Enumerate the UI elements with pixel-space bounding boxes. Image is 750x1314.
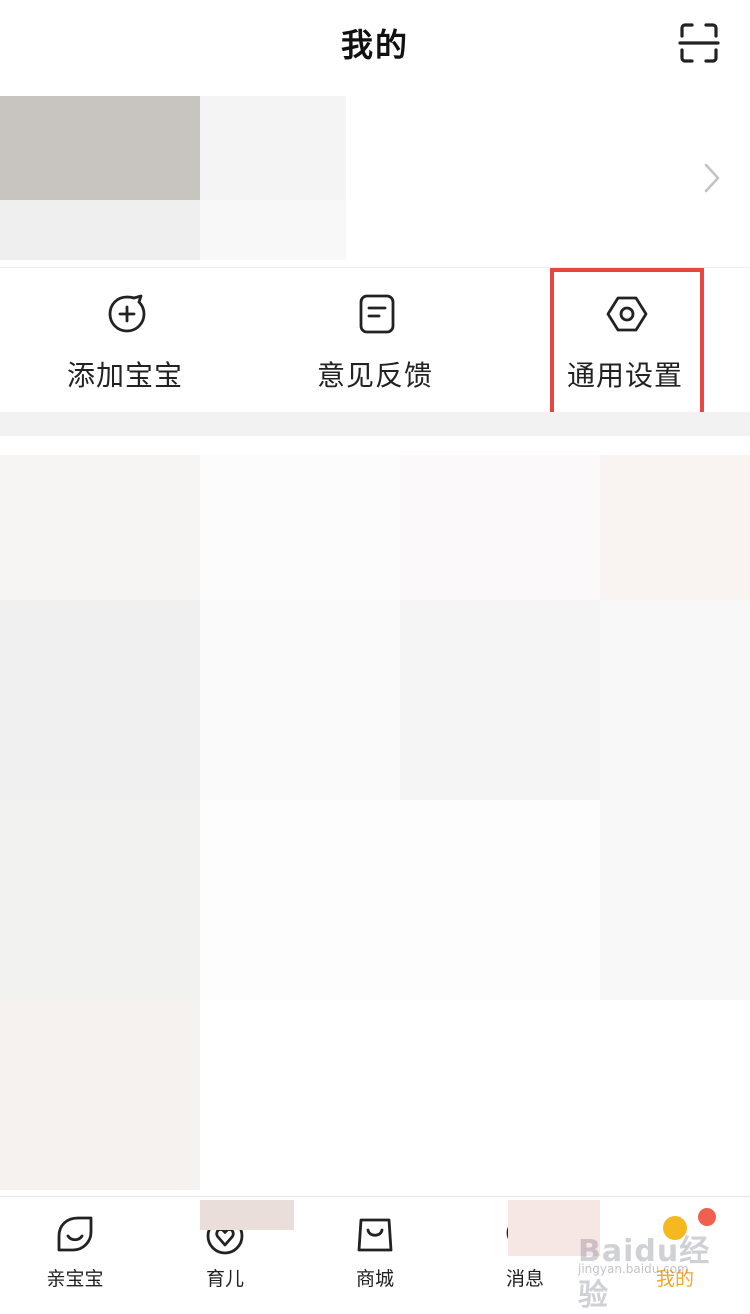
content-blur <box>0 800 200 1000</box>
add-baby-icon <box>108 294 146 333</box>
add-baby-label: 添加宝宝 <box>66 359 183 392</box>
avatar[interactable] <box>0 96 200 200</box>
content-blur <box>600 600 750 800</box>
content-blur <box>0 600 200 800</box>
profile-blur <box>200 96 346 200</box>
feedback-label: 意见反馈 <box>316 359 433 392</box>
tab-label: 商城 <box>355 1268 394 1290</box>
tab-parenting[interactable]: 育儿 <box>150 1196 300 1294</box>
content-blur <box>400 455 600 600</box>
content-blur <box>600 800 750 1000</box>
content-blur <box>0 1000 200 1190</box>
page-title: 我的 <box>340 26 409 64</box>
content-blur <box>200 800 600 1000</box>
profile-blur <box>0 200 200 260</box>
add-baby-button[interactable]: 添加宝宝 <box>25 268 225 412</box>
leaf-icon <box>57 1216 93 1252</box>
content-area <box>0 455 750 1195</box>
general-settings-label: 通用设置 <box>566 359 683 392</box>
tab-home[interactable]: 亲宝宝 <box>0 1196 150 1294</box>
section-divider <box>0 412 750 436</box>
content-blur <box>0 455 200 600</box>
watermark-url: jingyan.baidu.com <box>578 1262 689 1276</box>
content-blur <box>600 455 750 600</box>
general-settings-button[interactable]: 通用设置 <box>525 268 725 412</box>
tab-blur <box>200 1200 294 1230</box>
content-blur <box>400 600 600 800</box>
tab-label: 育儿 <box>205 1268 244 1290</box>
tab-label: 亲宝宝 <box>46 1268 104 1290</box>
feedback-icon <box>359 294 395 334</box>
content-blur <box>200 455 400 600</box>
settings-icon <box>606 296 648 332</box>
content-blur <box>200 1000 750 1190</box>
content-blur <box>200 600 400 800</box>
profile-blur <box>200 200 346 260</box>
shopping-bag-icon <box>357 1218 393 1252</box>
notification-dot <box>698 1208 716 1226</box>
tab-mall[interactable]: 商城 <box>300 1196 450 1294</box>
scan-icon <box>678 23 720 63</box>
feedback-button[interactable]: 意见反馈 <box>275 268 475 412</box>
chevron-right-icon <box>704 163 720 193</box>
scan-button[interactable] <box>674 18 724 68</box>
